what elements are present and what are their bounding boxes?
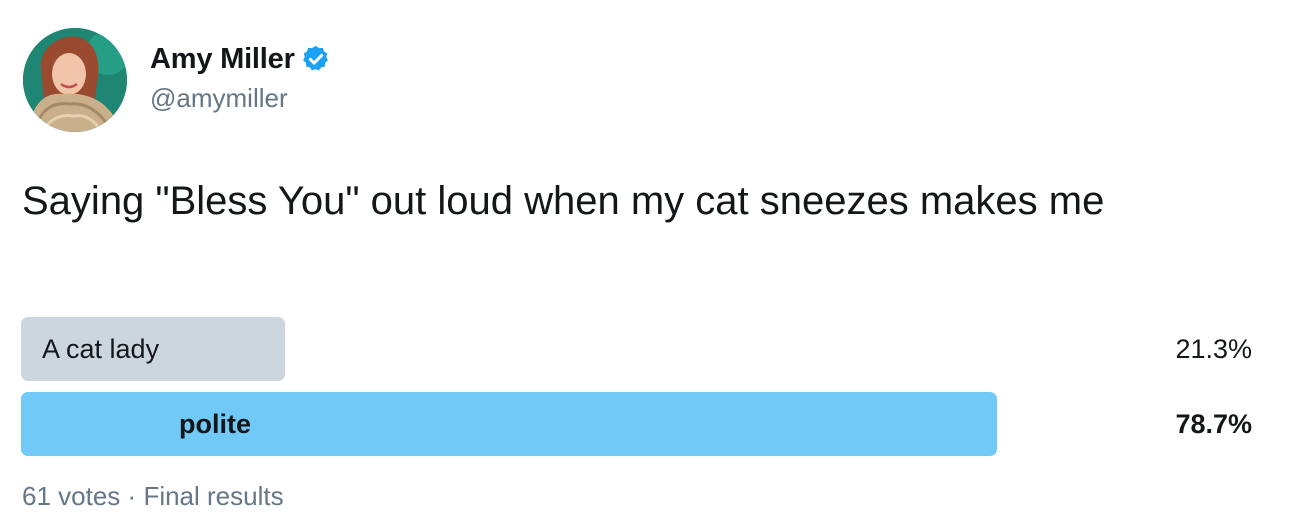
tweet-card: Amy Miller @amymiller Saying "Bless You"…	[0, 0, 1294, 526]
poll-option-label: A cat lady	[42, 334, 160, 364]
author-handle[interactable]: @amymiller	[150, 83, 288, 114]
poll-option-cat-lady: A cat lady 21.3%	[21, 317, 1261, 381]
author-name-row: Amy Miller	[150, 40, 331, 78]
poll-option-percent: 78.7%	[1175, 409, 1252, 439]
avatar-image	[23, 28, 127, 132]
verified-badge-icon	[301, 44, 331, 74]
poll-vote-count: 61 votes	[22, 481, 121, 511]
poll-status: Final results	[143, 481, 284, 511]
poll-option-label: polite	[179, 409, 251, 439]
tweet-text: Saying "Bless You" out loud when my cat …	[22, 179, 1105, 223]
author-display-name[interactable]: Amy Miller	[150, 43, 295, 76]
poll-option-polite: polite 78.7%	[21, 392, 1261, 456]
author-avatar[interactable]	[23, 28, 127, 132]
poll-footer: 61 votes · Final results	[22, 481, 284, 512]
poll-bar	[21, 392, 997, 456]
poll-footer-separator: ·	[127, 481, 137, 511]
poll-option-percent: 21.3%	[1175, 334, 1252, 364]
